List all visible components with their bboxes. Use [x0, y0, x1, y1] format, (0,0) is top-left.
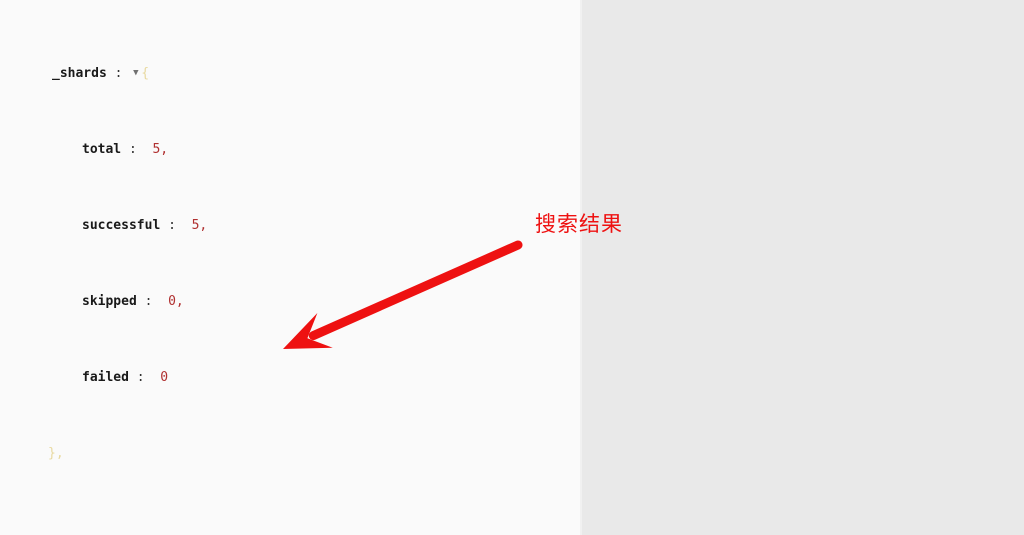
json-line-shards-close: },: [0, 444, 1024, 463]
toggle-shards[interactable]: ▼: [130, 64, 141, 83]
key-failed: failed: [82, 370, 129, 385]
json-tree: _shards : ▼{ total : 5, successful : 5, …: [0, 0, 1024, 535]
value-total: 5,: [152, 142, 169, 157]
punct-close-brace-comma: },: [48, 446, 64, 461]
key-shards: _shards: [52, 66, 107, 81]
value-successful: 5,: [191, 218, 208, 233]
json-line-shards-successful: successful : 5,: [0, 216, 1024, 235]
json-line-shards-failed: failed : 0: [0, 368, 1024, 387]
json-line-shards-skipped: skipped : 0,: [0, 292, 1024, 311]
punct-colon: :: [136, 294, 169, 309]
value-skipped: 0,: [168, 294, 184, 309]
punct-colon: :: [106, 66, 131, 81]
key-skipped: skipped: [82, 294, 137, 309]
json-line-shards-total: total : 5,: [0, 140, 1024, 159]
value-failed: 0: [160, 370, 169, 385]
json-line-shards: _shards : ▼{: [0, 64, 1024, 83]
punct-open-brace: {: [141, 66, 150, 81]
punct-colon: :: [160, 218, 192, 233]
punct-colon: :: [121, 142, 153, 157]
punct-colon: :: [128, 370, 161, 385]
key-total: total: [82, 142, 122, 157]
key-successful: successful: [82, 218, 161, 233]
json-response-viewer: _shards : ▼{ total : 5, successful : 5, …: [0, 0, 1024, 535]
